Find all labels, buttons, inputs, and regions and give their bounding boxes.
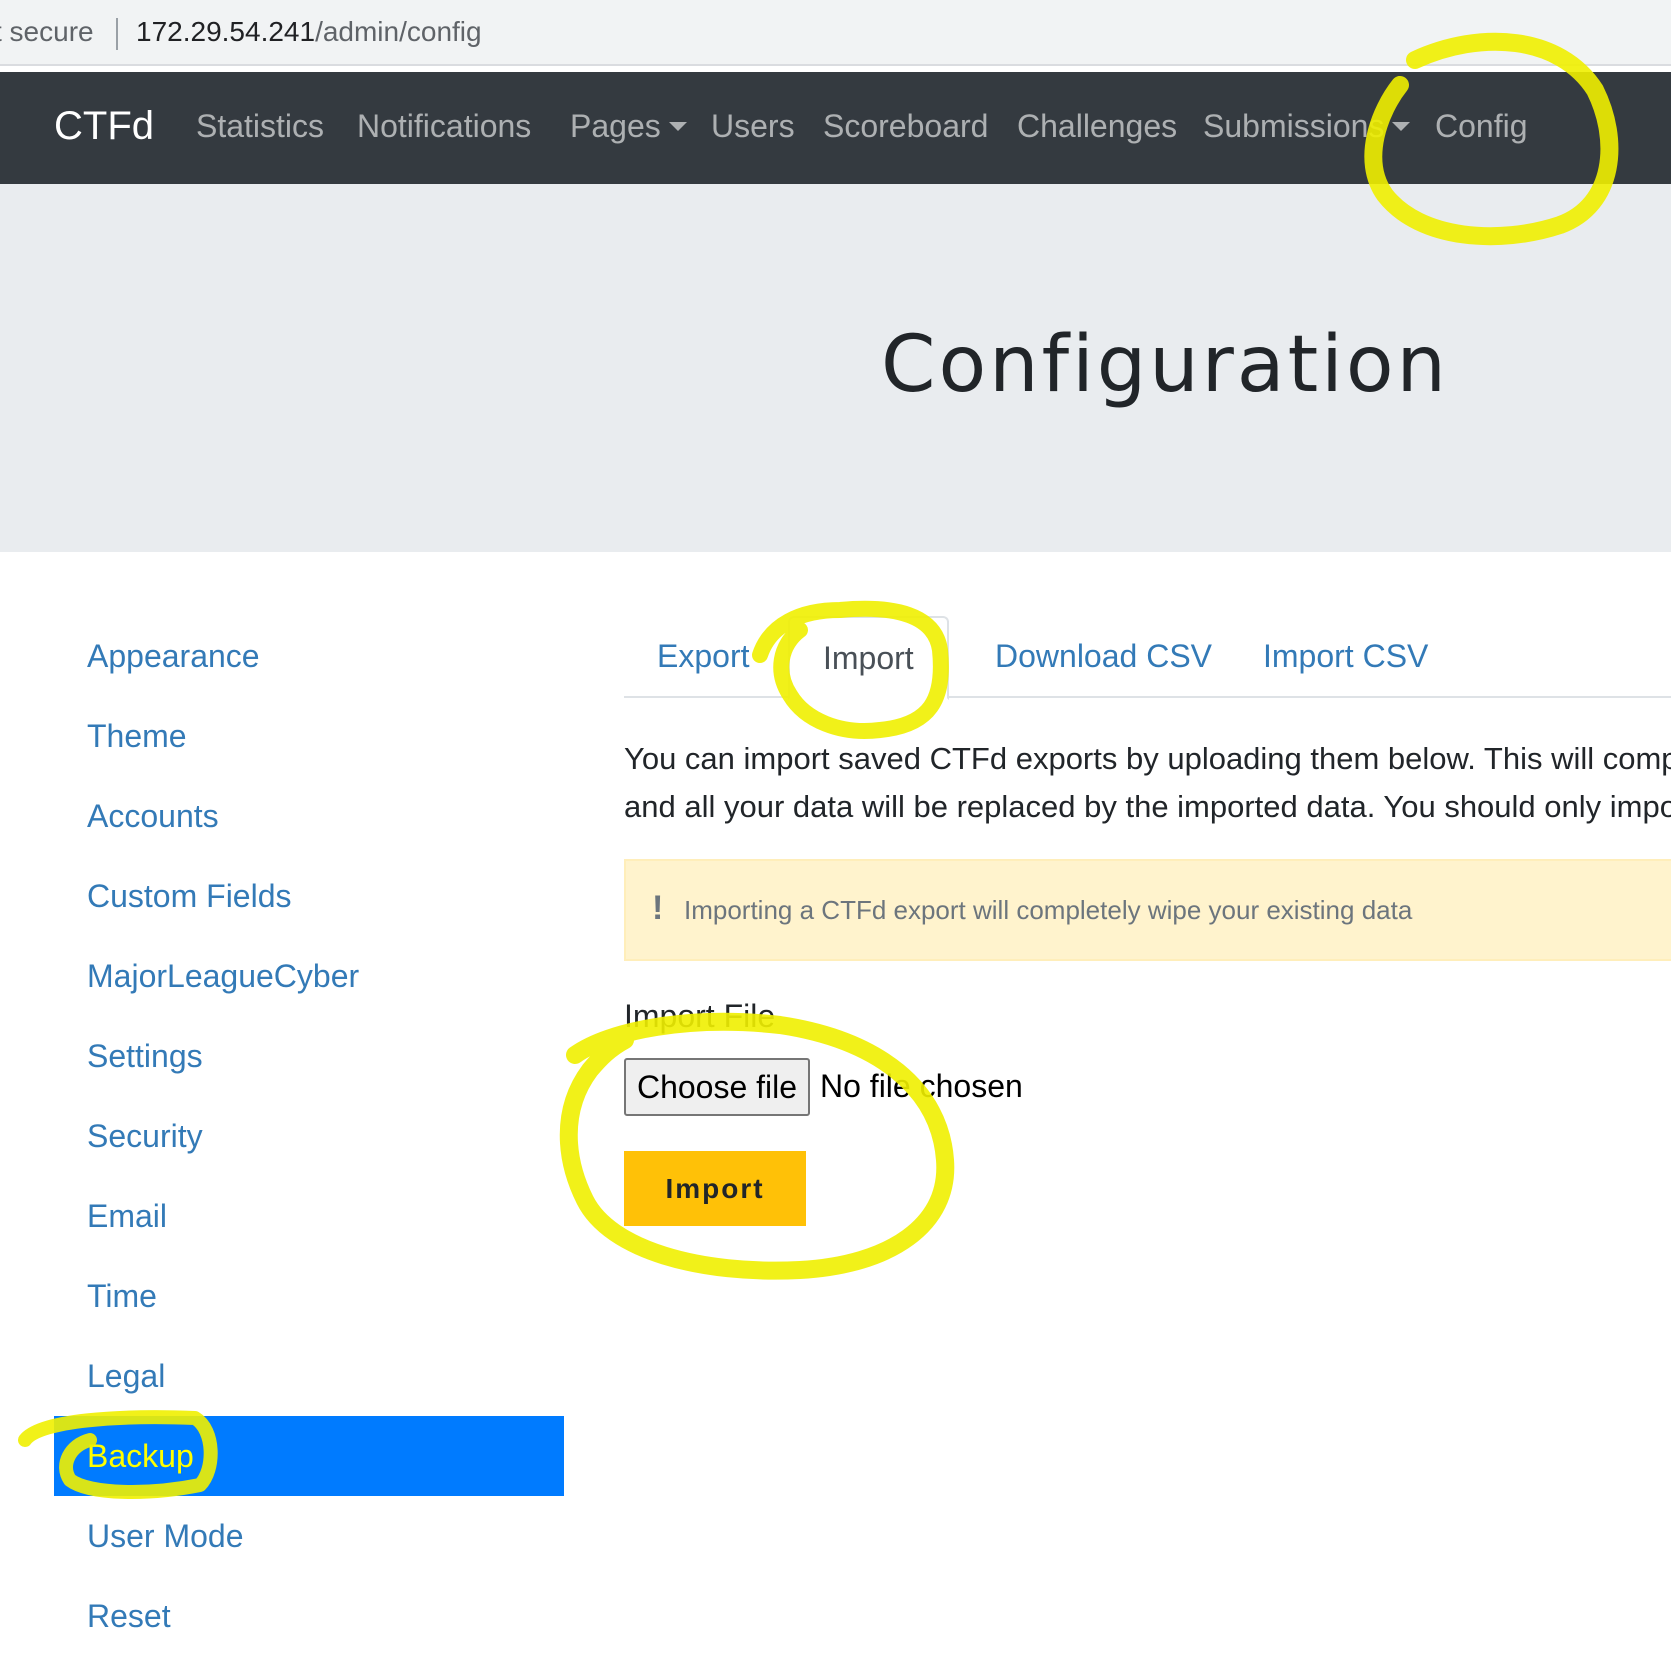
choose-file-button[interactable]: Choose file bbox=[624, 1058, 810, 1116]
tab-import[interactable]: Import bbox=[788, 616, 949, 700]
import-button[interactable]: Import bbox=[624, 1151, 806, 1226]
sidebar-item-reset[interactable]: Reset bbox=[54, 1576, 564, 1656]
url-text[interactable]: 172.29.54.241/admin/config bbox=[136, 16, 482, 48]
nav-users[interactable]: Users bbox=[711, 108, 795, 145]
sidebar-item-email[interactable]: Email bbox=[54, 1176, 564, 1256]
sidebar-item-custom-fields[interactable]: Custom Fields bbox=[54, 856, 564, 936]
url-host: 172.29.54.241 bbox=[136, 16, 316, 47]
sidebar-item-user-mode[interactable]: User Mode bbox=[54, 1496, 564, 1576]
nav-submissions[interactable]: Submissions bbox=[1203, 108, 1411, 145]
import-file-label: Import File bbox=[624, 998, 776, 1034]
nav-statistics[interactable]: Statistics bbox=[196, 108, 324, 145]
tab-export[interactable]: Export bbox=[624, 616, 782, 698]
sidebar-item-backup[interactable]: Backup bbox=[54, 1416, 564, 1496]
top-navbar: CTFd Statistics Notifications Pages User… bbox=[0, 72, 1671, 184]
caret-down-icon bbox=[1392, 122, 1411, 131]
nav-pages-label: Pages bbox=[570, 108, 661, 144]
sidebar-item-appearance[interactable]: Appearance bbox=[54, 616, 564, 696]
security-indicator[interactable]: t secure bbox=[0, 16, 94, 48]
sidebar-item-majorleaguecyber[interactable]: MajorLeagueCyber bbox=[54, 936, 564, 1016]
nav-scoreboard[interactable]: Scoreboard bbox=[823, 108, 988, 145]
sidebar-item-security[interactable]: Security bbox=[54, 1096, 564, 1176]
nav-submissions-label: Submissions bbox=[1203, 108, 1385, 144]
nav-pages[interactable]: Pages bbox=[570, 108, 687, 145]
nav-config[interactable]: Config bbox=[1435, 108, 1528, 145]
sidebar-item-settings[interactable]: Settings bbox=[54, 1016, 564, 1096]
caret-down-icon bbox=[668, 122, 687, 131]
alert-message: Importing a CTFd export will completely … bbox=[684, 895, 1413, 925]
warning-alert: ! Importing a CTFd export will completel… bbox=[624, 859, 1671, 961]
nav-notifications[interactable]: Notifications bbox=[357, 108, 531, 145]
nav-challenges[interactable]: Challenges bbox=[1017, 108, 1177, 145]
page-title: Configuration bbox=[881, 320, 1449, 410]
import-description: You can import saved CTFd exports by upl… bbox=[624, 735, 1671, 831]
tab-import-csv[interactable]: Import CSV bbox=[1230, 616, 1461, 698]
browser-address-bar[interactable]: t secure 172.29.54.241/admin/config bbox=[0, 0, 1671, 66]
sidebar-item-theme[interactable]: Theme bbox=[54, 696, 564, 776]
page-header: Configuration bbox=[0, 184, 1671, 552]
tab-download-csv[interactable]: Download CSV bbox=[962, 616, 1245, 698]
address-separator bbox=[116, 18, 118, 50]
sidebar-item-accounts[interactable]: Accounts bbox=[54, 776, 564, 856]
description-line-2: and all your data will be replaced by th… bbox=[624, 789, 1671, 824]
sidebar-item-time[interactable]: Time bbox=[54, 1256, 564, 1336]
brand-logo[interactable]: CTFd bbox=[54, 104, 154, 149]
url-path: /admin/config bbox=[315, 16, 482, 47]
exclamation-icon: ! bbox=[652, 889, 664, 927]
backup-tabs: Export Import Download CSV Import CSV bbox=[624, 616, 1671, 700]
description-line-1: You can import saved CTFd exports by upl… bbox=[624, 741, 1671, 776]
file-status-text: No file chosen bbox=[820, 1068, 1023, 1104]
sidebar-item-legal[interactable]: Legal bbox=[54, 1336, 564, 1416]
